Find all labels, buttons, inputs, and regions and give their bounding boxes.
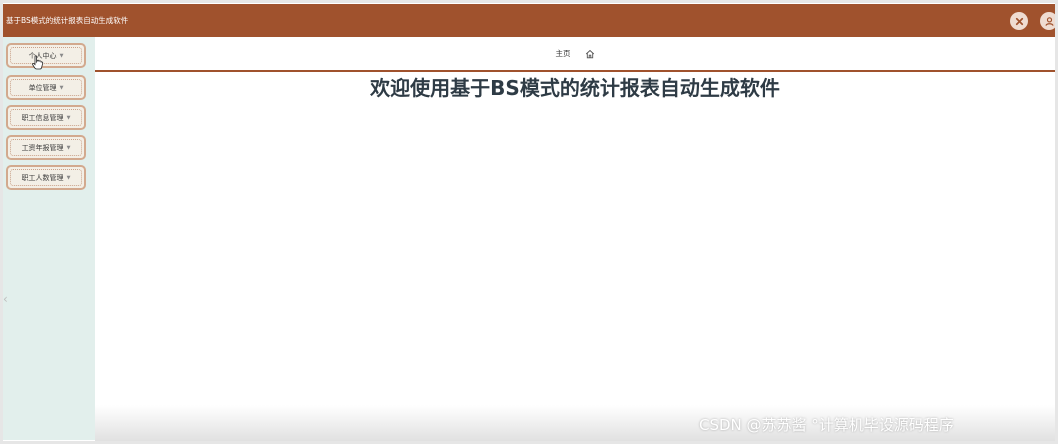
sidebar-item-staff-count[interactable]: 职工人数管理 ▼ <box>6 165 86 190</box>
chevron-down-icon: ▼ <box>66 114 71 121</box>
app-title: 基于BS模式的统计报表自动生成软件 <box>6 16 129 25</box>
sidebar: 个人中心 ▼ 单位管理 ▼ 职工信息管理 ▼ 工资年报管理 ▼ 职工人数管理 ▼ ‹ <box>3 37 95 440</box>
collapse-handle-icon[interactable]: ‹ <box>3 292 8 306</box>
watermark: CSDN @苏苏酱 °计算机毕设源码程序 <box>699 416 954 434</box>
chevron-down-icon: ▼ <box>59 52 64 59</box>
sidebar-item-label: 单位管理 <box>28 83 57 92</box>
breadcrumb-divider <box>95 70 1055 72</box>
sidebar-item-salary-report[interactable]: 工资年报管理 ▼ <box>6 135 86 160</box>
sidebar-item-personal-center[interactable]: 个人中心 ▼ <box>6 43 86 68</box>
hand-cursor-icon <box>32 55 44 70</box>
top-header: 基于BS模式的统计报表自动生成软件 <box>3 4 1058 37</box>
chevron-down-icon: ▼ <box>66 144 71 151</box>
page-title: 欢迎使用基于BS模式的统计报表自动生成软件 <box>370 76 780 100</box>
chevron-down-icon: ▼ <box>59 84 64 91</box>
chevron-down-icon: ▼ <box>66 174 71 181</box>
user-icon[interactable] <box>1040 12 1058 30</box>
breadcrumb-home-link[interactable]: 主页 <box>556 48 571 59</box>
close-icon[interactable] <box>1010 12 1028 30</box>
sidebar-item-staff-info[interactable]: 职工信息管理 ▼ <box>6 105 86 130</box>
sidebar-item-unit-management[interactable]: 单位管理 ▼ <box>6 75 86 100</box>
home-icon[interactable] <box>585 49 595 59</box>
sidebar-item-label: 职工人数管理 <box>21 173 64 182</box>
sidebar-item-label: 工资年报管理 <box>21 143 64 152</box>
sidebar-item-label: 职工信息管理 <box>21 113 64 122</box>
breadcrumb: 主页 <box>95 37 1055 70</box>
